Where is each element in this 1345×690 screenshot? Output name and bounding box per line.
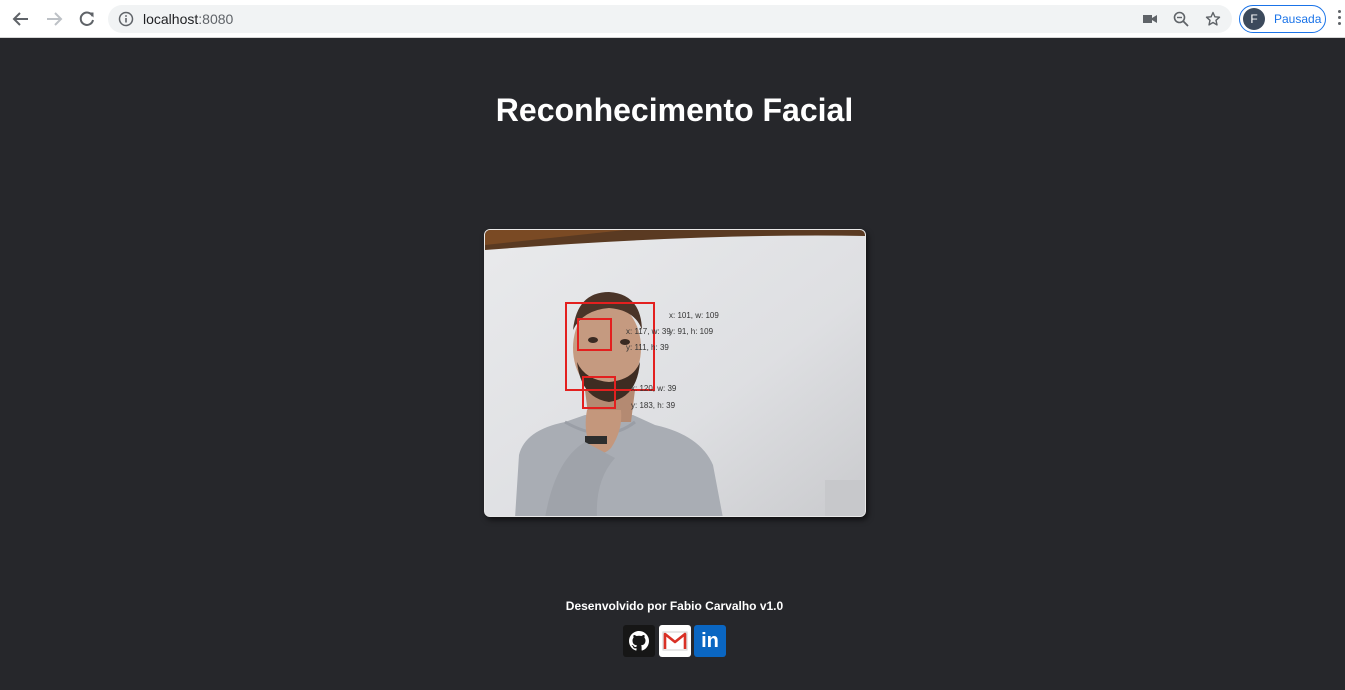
reload-button[interactable] <box>75 7 99 31</box>
gmail-link[interactable] <box>659 625 691 657</box>
webcam-frame <box>485 230 865 516</box>
back-icon <box>12 12 28 26</box>
star-icon <box>1205 11 1221 26</box>
back-button[interactable] <box>9 7 33 31</box>
zoom-button[interactable] <box>1172 10 1190 28</box>
reload-icon <box>79 11 94 26</box>
mouth-coords-yh: y: 183, h: 39 <box>631 401 676 410</box>
eye-coords-yh: y: 111, h: 39 <box>626 343 669 352</box>
face-coords-xw: x: 101, w: 109 <box>669 311 719 320</box>
camera-button[interactable] <box>1141 10 1159 28</box>
linkedin-link[interactable]: in <box>694 625 726 657</box>
github-icon <box>629 631 649 651</box>
webcam-video: x: 101, w: 109 y: 91, h: 109 x: 117, w: … <box>484 229 866 517</box>
address-bar[interactable]: localhost:8080 <box>108 5 1232 33</box>
forward-icon <box>47 12 63 26</box>
camera-icon <box>1143 15 1157 23</box>
mouth-coords-xw: x: 120, w: 39 <box>631 384 677 393</box>
eye-coords-xw: x: 117, w: 39 <box>626 327 671 336</box>
bookmark-button[interactable] <box>1204 10 1222 28</box>
profile-status: Pausada <box>1274 12 1322 26</box>
page-title: Reconhecimento Facial <box>495 92 854 128</box>
eye-detection-box <box>577 318 612 351</box>
gmail-icon <box>662 631 688 651</box>
info-icon[interactable] <box>118 11 134 27</box>
menu-icon[interactable] <box>1336 10 1342 28</box>
url-host: localhost <box>143 11 199 27</box>
profile-button[interactable]: F Pausada <box>1239 5 1326 33</box>
url-port: :8080 <box>198 11 234 27</box>
browser-toolbar: localhost:8080 F Pausada <box>0 0 1345 38</box>
url-text[interactable]: localhost:8080 <box>143 11 233 27</box>
mouth-detection-box <box>582 376 616 409</box>
forward-button[interactable] <box>42 7 66 31</box>
face-coords-yh: y: 91, h: 109 <box>669 327 714 336</box>
github-link[interactable] <box>623 625 655 657</box>
linkedin-icon: in <box>701 629 719 652</box>
zoom-icon <box>1173 11 1189 27</box>
footer-credit: Desenvolvido por Fabio Carvalho v1.0 <box>565 599 784 613</box>
avatar: F <box>1243 8 1265 30</box>
